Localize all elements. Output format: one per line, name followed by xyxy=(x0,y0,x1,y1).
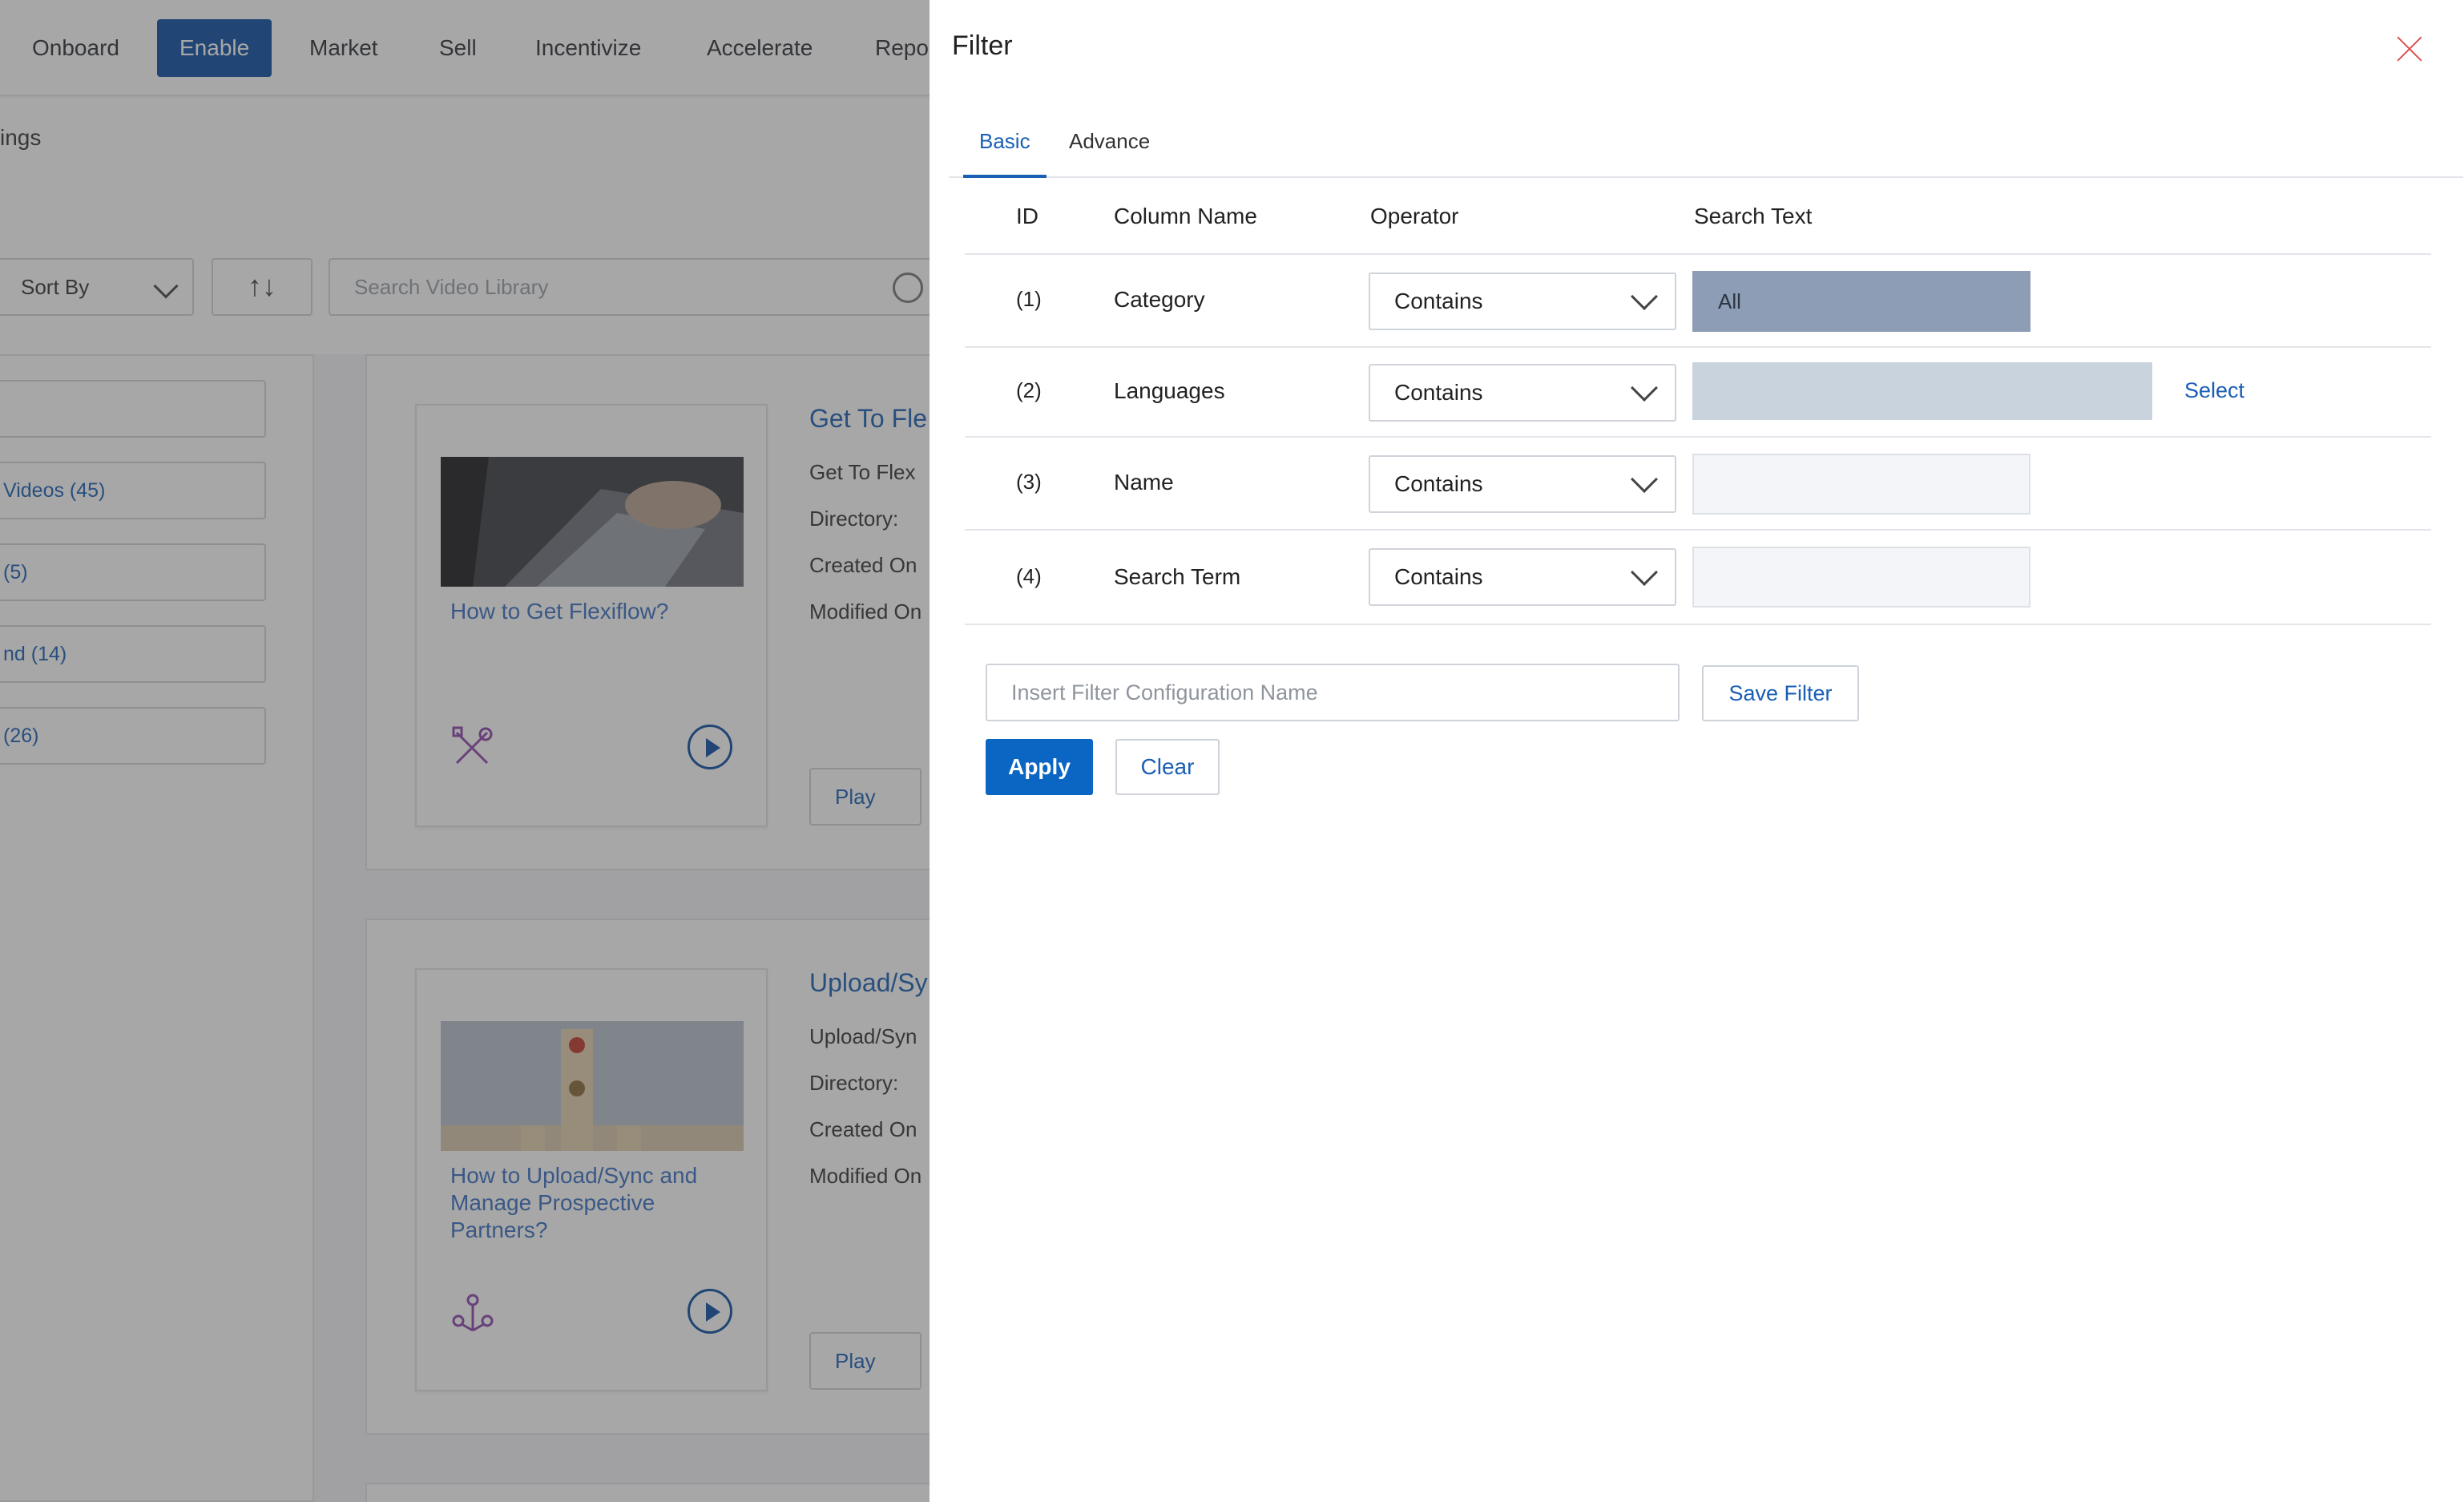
chevron-down-icon xyxy=(1631,559,1658,586)
search-text-field[interactable] xyxy=(1692,454,2030,515)
filter-row-category: (1) Category Contains All xyxy=(965,255,2431,348)
chevron-down-icon xyxy=(1631,283,1658,310)
filter-table-header: ID Column Name Operator Search Text xyxy=(965,178,2431,255)
operator-dropdown[interactable]: Contains xyxy=(1369,273,1676,330)
filter-row-column: Search Term xyxy=(1114,564,1241,589)
select-link[interactable]: Select xyxy=(2184,378,2244,403)
clear-button[interactable]: Clear xyxy=(1115,739,1220,795)
drawer-title: Filter xyxy=(952,30,1013,61)
close-icon[interactable] xyxy=(2396,35,2423,63)
search-text-field[interactable]: All xyxy=(1692,271,2030,332)
tab-advance[interactable]: Advance xyxy=(1053,104,1166,178)
filter-tabs: Basic Advance xyxy=(949,104,2463,178)
operator-dropdown[interactable]: Contains xyxy=(1369,455,1676,513)
chevron-down-icon xyxy=(1631,466,1658,493)
column-header-column-name: Column Name xyxy=(1114,204,1257,228)
column-header-operator: Operator xyxy=(1370,204,1459,228)
column-header-id: ID xyxy=(1016,204,1038,228)
filter-row-id: (3) xyxy=(1016,470,1042,494)
search-text-field[interactable] xyxy=(1692,547,2030,608)
filter-row-column: Category xyxy=(1114,287,1205,312)
operator-value: Contains xyxy=(1394,471,1483,496)
filter-row-name: (3) Name Contains xyxy=(965,438,2431,531)
operator-value: Contains xyxy=(1394,289,1483,313)
operator-dropdown[interactable]: Contains xyxy=(1369,548,1676,606)
save-filter-button[interactable]: Save Filter xyxy=(1702,665,1859,721)
column-header-search-text: Search Text xyxy=(1694,204,1813,228)
operator-value: Contains xyxy=(1394,564,1483,589)
filter-row-id: (1) xyxy=(1016,287,1042,311)
filter-drawer: Filter Basic Advance ID Column Name Oper… xyxy=(930,0,2464,1502)
search-text-field[interactable] xyxy=(1692,362,2152,420)
operator-dropdown[interactable]: Contains xyxy=(1369,364,1676,422)
config-name-placeholder: Insert Filter Configuration Name xyxy=(1011,680,1318,705)
filter-row-column: Name xyxy=(1114,470,1174,495)
modal-backdrop[interactable] xyxy=(0,0,930,1502)
filter-config-name-input[interactable]: Insert Filter Configuration Name xyxy=(986,664,1680,721)
filter-row-id: (4) xyxy=(1016,564,1042,588)
filter-row-id: (2) xyxy=(1016,378,1042,402)
tab-basic[interactable]: Basic xyxy=(963,104,1046,178)
apply-button[interactable]: Apply xyxy=(986,739,1093,795)
filter-row-search-term: (4) Search Term Contains xyxy=(965,531,2431,625)
operator-value: Contains xyxy=(1394,380,1483,405)
chevron-down-icon xyxy=(1631,374,1658,402)
filter-row-column: Languages xyxy=(1114,378,1225,403)
filter-row-languages: (2) Languages Contains Select xyxy=(965,348,2431,438)
